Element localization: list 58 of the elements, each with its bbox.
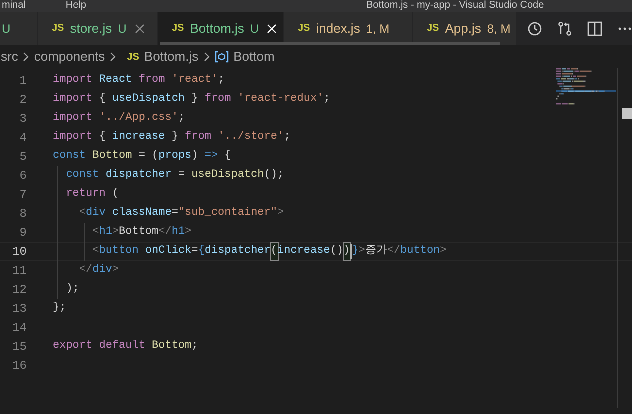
code-line: <div className="sub_container"> [78,206,284,222]
line-number: 12 [12,282,27,298]
line-number: 5 [18,148,27,166]
code-line: const dispatcher = useDispatch(); [65,168,284,184]
line-number: 16 [12,358,27,374]
breadcrumb-item[interactable]: Bottom [234,47,275,67]
code-line: const Bottom = (props) => { [53,149,232,164]
chevron-icon [109,52,118,62]
editor-tab[interactable]: JS App.js 8, M [413,12,517,45]
line-number: 9 [18,224,27,242]
code-line: <button onClick={dispatcher(increase()) }>증가</button> [53,243,447,260]
menu-item[interactable]: minal [2,0,26,12]
js-file-icon: JS [52,21,64,36]
code-line: import '../App.css'; [53,111,186,126]
breadcrumb-item[interactable]: components [34,47,106,67]
line-number: 10 [12,244,27,260]
symbol-variable-icon [214,51,229,63]
code-line: import { useDispatch } from 'react-redux'; [53,92,330,108]
chevron-icon [22,52,30,62]
line-number: 3 [18,110,27,128]
breadcrumb-item[interactable]: Bottom.js [144,47,199,67]
line-number: 15 [12,338,27,356]
tab-scrollbar[interactable] [160,42,500,45]
line-number: 2 [18,92,27,108]
line-number: 13 [12,300,27,318]
minimap-drawing[interactable] [556,68,616,105]
line-number: 4 [18,130,27,146]
breadcrumb-item[interactable]: src [1,47,18,67]
code-line: import { increase } from '../store'; [53,130,291,146]
compare-changes-icon[interactable] [557,20,573,36]
js-file-icon: JS [127,50,140,64]
window-title: Bottom.js - my-app - Visual Studio Code [366,0,544,12]
js-file-icon: JS [298,21,310,36]
split-editor-icon[interactable] [587,20,603,36]
code-line: import React from 'react'; [53,73,225,88]
line-number: 8 [18,206,27,222]
line-number: 1 [18,72,27,90]
code-line: return ( [65,187,120,202]
line-number: 14 [12,320,27,336]
text-cursor [350,244,352,259]
code-line: <h1>Bottom</h1> [92,225,192,240]
line-number: 11 [12,262,27,280]
line-number: 7 [18,186,27,204]
code-line: ); [65,282,80,298]
line-number: 6 [18,168,27,184]
editor-tab[interactable]: JS store.js U [38,12,158,45]
editor-tab[interactable]: JS index.js 1, M [284,12,413,45]
menu-item[interactable]: Help [66,0,86,12]
editor-tab[interactable]: U [0,12,38,45]
code-line: export default Bottom; [53,339,198,354]
code-line: }; [53,301,66,316]
editor-tab[interactable]: JS Bottom.js U [158,12,284,45]
scrollbar-thumb[interactable] [622,108,632,119]
history-icon[interactable] [527,20,543,36]
chevron-icon [202,52,211,62]
code-line: </div> [78,263,120,278]
js-file-icon: JS [427,21,440,36]
js-file-icon: JS [172,21,184,36]
